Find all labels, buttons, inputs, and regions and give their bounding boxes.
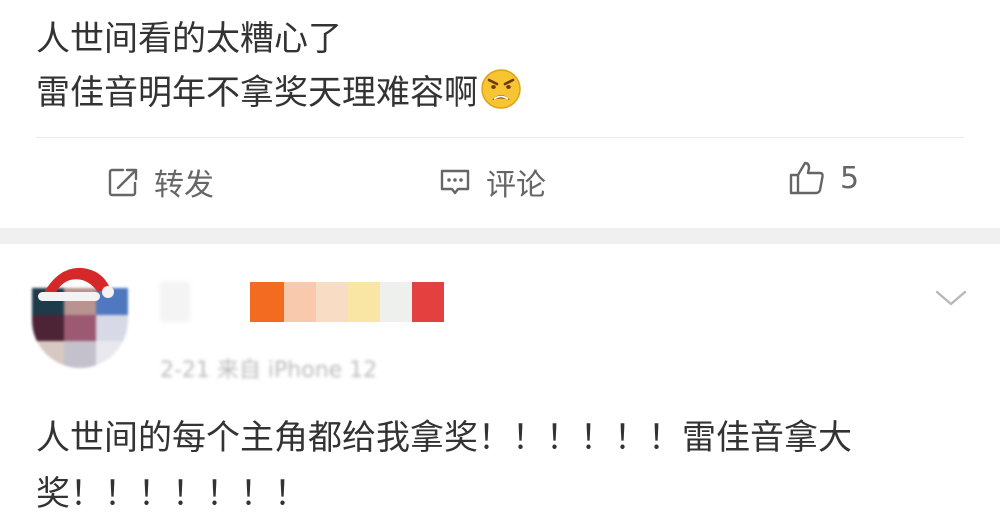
avatar[interactable] <box>32 262 128 368</box>
post-1: 人世间看的太糟心了 雷佳音明年不拿奖天理难容啊 转发 评论 5 <box>0 0 1000 228</box>
post-1-text: 人世间看的太糟心了 雷佳音明年不拿奖天理难容啊 <box>36 12 522 126</box>
like-count: 5 <box>840 160 860 196</box>
chevron-down-icon[interactable] <box>934 288 968 312</box>
post-meta: 2-21 来自 iPhone 12 <box>160 358 378 383</box>
comment-button[interactable]: 评论 <box>438 160 546 204</box>
comment-label: 评论 <box>486 168 546 203</box>
like-button[interactable]: 5 <box>788 160 859 196</box>
repost-label: 转发 <box>154 168 214 203</box>
post-divider <box>36 137 964 138</box>
action-bar: 转发 评论 5 <box>0 150 1000 214</box>
repost-icon <box>106 165 140 199</box>
post-1-line-2: 雷佳音明年不拿奖天理难容啊 <box>36 66 522 126</box>
thumbs-up-icon <box>788 160 826 196</box>
post-2-text: 人世间的每个主角都给我拿奖！！！！！！雷佳音拿大奖！！！！！！！ <box>36 418 852 514</box>
post-2: 2-21 来自 iPhone 12 人世间的每个主角都给我拿奖！！！！！！雷佳音… <box>0 244 1000 521</box>
post-1-line-1: 人世间看的太糟心了 <box>36 19 342 59</box>
angry-face-icon <box>480 68 522 126</box>
username-redacted[interactable] <box>160 282 444 322</box>
post-1-line-2-text: 雷佳音明年不拿奖天理难容啊 <box>36 73 478 113</box>
santa-hat-icon <box>36 262 116 306</box>
repost-button[interactable]: 转发 <box>106 160 214 204</box>
section-separator <box>0 228 1000 244</box>
comment-icon <box>438 165 472 199</box>
